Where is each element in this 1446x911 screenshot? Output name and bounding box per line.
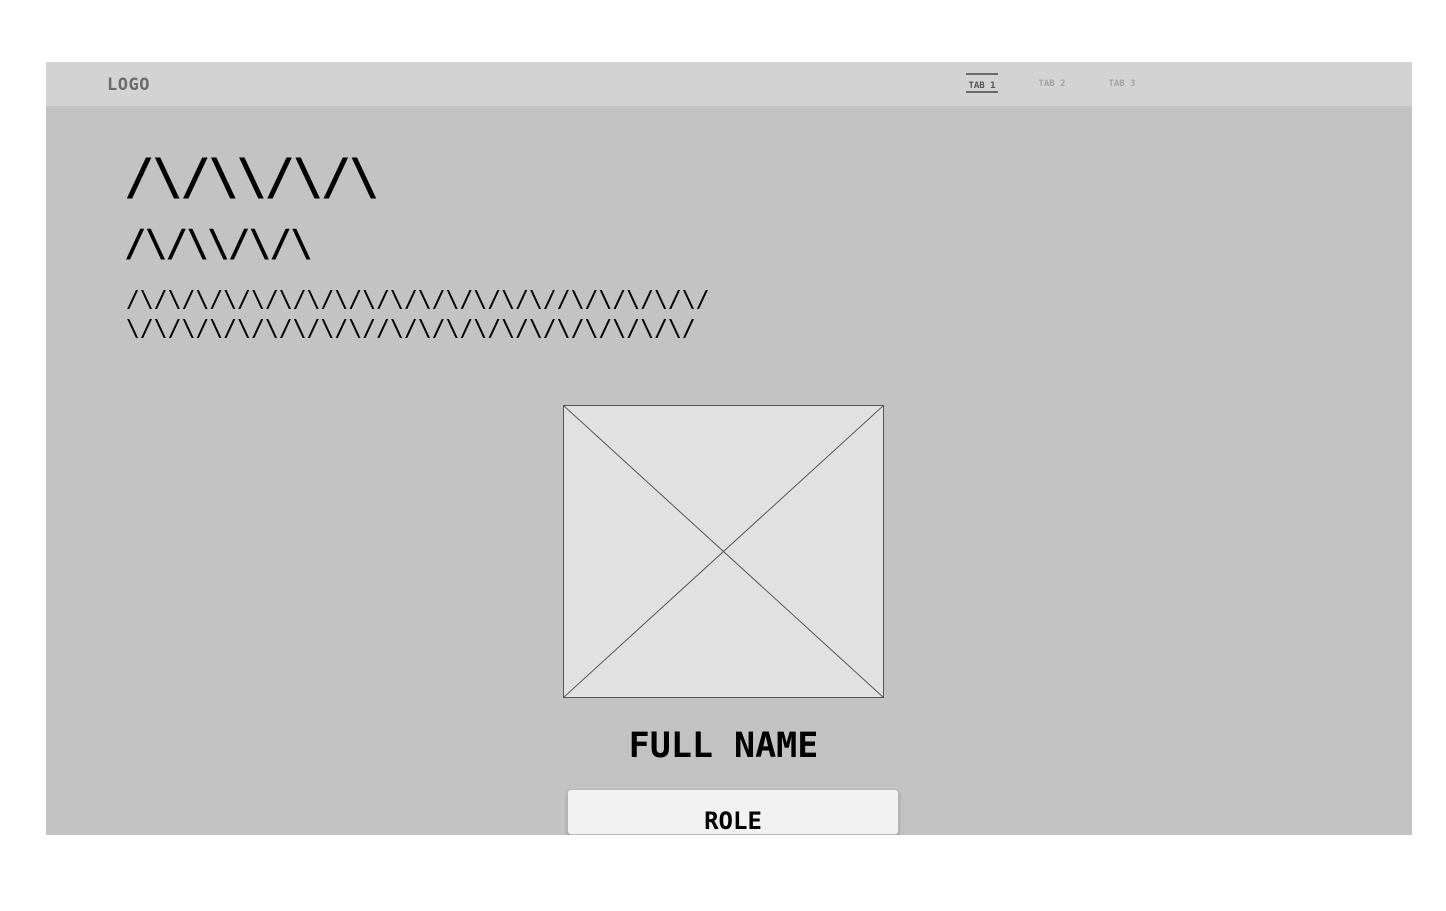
role-card[interactable]: ROLE	[567, 789, 899, 835]
profile-full-name: FULL NAME	[628, 726, 819, 766]
body-line-1: /\/\/\/\/\/\/\/\/\/\/\/\/\/\/\//\/\/\/\/…	[126, 287, 710, 313]
tab-2[interactable]: TAB 2	[1036, 73, 1068, 93]
tab-3[interactable]: TAB 3	[1106, 73, 1138, 93]
role-label: ROLE	[704, 807, 762, 835]
hero-subheading: /\/\\/\/\	[124, 222, 312, 265]
logo[interactable]: LOGO	[107, 75, 150, 95]
top-navigation-bar: LOGO TAB 1 TAB 2 TAB 3	[46, 62, 1412, 106]
profile-image-placeholder	[563, 405, 884, 698]
page-frame: LOGO TAB 1 TAB 2 TAB 3 /\/\\/\/\ /\/\\/\…	[46, 62, 1412, 835]
image-placeholder-icon	[564, 406, 883, 697]
body-line-2: \/\/\/\/\/\/\/\/\//\/\/\/\/\/\/\/\/\/\/\…	[126, 316, 696, 342]
hero-heading: /\/\\/\/\	[124, 148, 379, 206]
hero-body-text: /\/\/\/\/\/\/\/\/\/\/\/\/\/\/\//\/\/\/\/…	[126, 286, 710, 344]
tab-1[interactable]: TAB 1	[966, 73, 998, 93]
